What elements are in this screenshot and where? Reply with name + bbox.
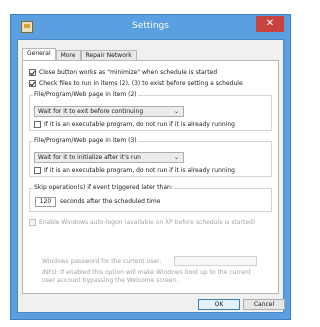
seconds-input[interactable]: 120 — [35, 197, 56, 207]
tab-repair-network[interactable]: Repair Network — [80, 50, 137, 60]
close-minimize-label: Close button works as "minimize" when sc… — [39, 69, 218, 76]
settings-window: Settings ✕ General More Repair Network C… — [10, 14, 291, 320]
password-field[interactable] — [174, 256, 257, 266]
close-button[interactable]: ✕ — [256, 16, 284, 32]
item2-group: File/Program/Web page in item (2) Wait f… — [29, 91, 272, 131]
check-files-label: Check files to run in items (2), (3) to … — [39, 80, 243, 87]
chevron-down-icon: ⌄ — [173, 108, 179, 115]
tab-general[interactable]: General — [22, 48, 56, 60]
autologon-label: Enable Windows auto-logon (available on … — [39, 219, 256, 226]
tab-more[interactable]: More — [55, 50, 81, 60]
skip-group: Skip operation(s) if event triggered lat… — [29, 184, 272, 212]
title-bar[interactable]: Settings ✕ — [11, 15, 290, 39]
item3-group: File/Program/Web page in item (3) Wait f… — [29, 137, 272, 177]
item3-not-run-checkbox[interactable] — [34, 167, 41, 174]
skip-group-label: Skip operation(s) if event triggered lat… — [33, 184, 174, 191]
close-minimize-option[interactable]: Close button works as "minimize" when sc… — [29, 68, 217, 77]
item2-wait-select[interactable]: Wait for it to exit before continuing ⌄ — [34, 106, 184, 117]
tab-strip: General More Repair Network — [22, 48, 137, 60]
autologon-option[interactable]: Enable Windows auto-logon (available on … — [29, 218, 255, 227]
item2-not-run-option[interactable]: If it is an executable program, do not r… — [34, 120, 235, 129]
check-files-option[interactable]: Check files to run in items (2), (3) to … — [29, 79, 243, 88]
item3-not-run-label: If it is an executable program, do not r… — [44, 167, 235, 174]
item2-group-label: File/Program/Web page in item (2) — [33, 91, 138, 98]
check-files-checkbox[interactable] — [29, 80, 36, 87]
close-minimize-checkbox[interactable] — [29, 69, 36, 76]
password-label: Windows password for the current user: — [42, 258, 162, 265]
item2-not-run-checkbox[interactable] — [34, 121, 41, 128]
item3-wait-select[interactable]: Wait for it to initialize after it's run… — [34, 152, 184, 163]
autologon-checkbox[interactable] — [29, 219, 36, 226]
autologon-info-text: INFO: If enabled this option will make W… — [42, 269, 251, 284]
cancel-button[interactable]: Cancel — [243, 299, 285, 310]
close-icon: ✕ — [265, 18, 275, 29]
dialog-client-area: General More Repair Network Close button… — [17, 39, 285, 313]
seconds-label: seconds after the scheduled time — [60, 198, 161, 205]
ok-button[interactable]: OK — [198, 299, 240, 310]
window-title: Settings — [132, 21, 169, 31]
chevron-down-icon: ⌄ — [173, 154, 179, 161]
item3-select-value: Wait for it to initialize after it's run — [38, 154, 141, 161]
item2-not-run-label: If it is an executable program, do not r… — [44, 121, 235, 128]
item2-select-value: Wait for it to exit before continuing — [38, 108, 144, 115]
item3-group-label: File/Program/Web page in item (3) — [33, 137, 138, 144]
item3-not-run-option[interactable]: If it is an executable program, do not r… — [34, 166, 235, 175]
